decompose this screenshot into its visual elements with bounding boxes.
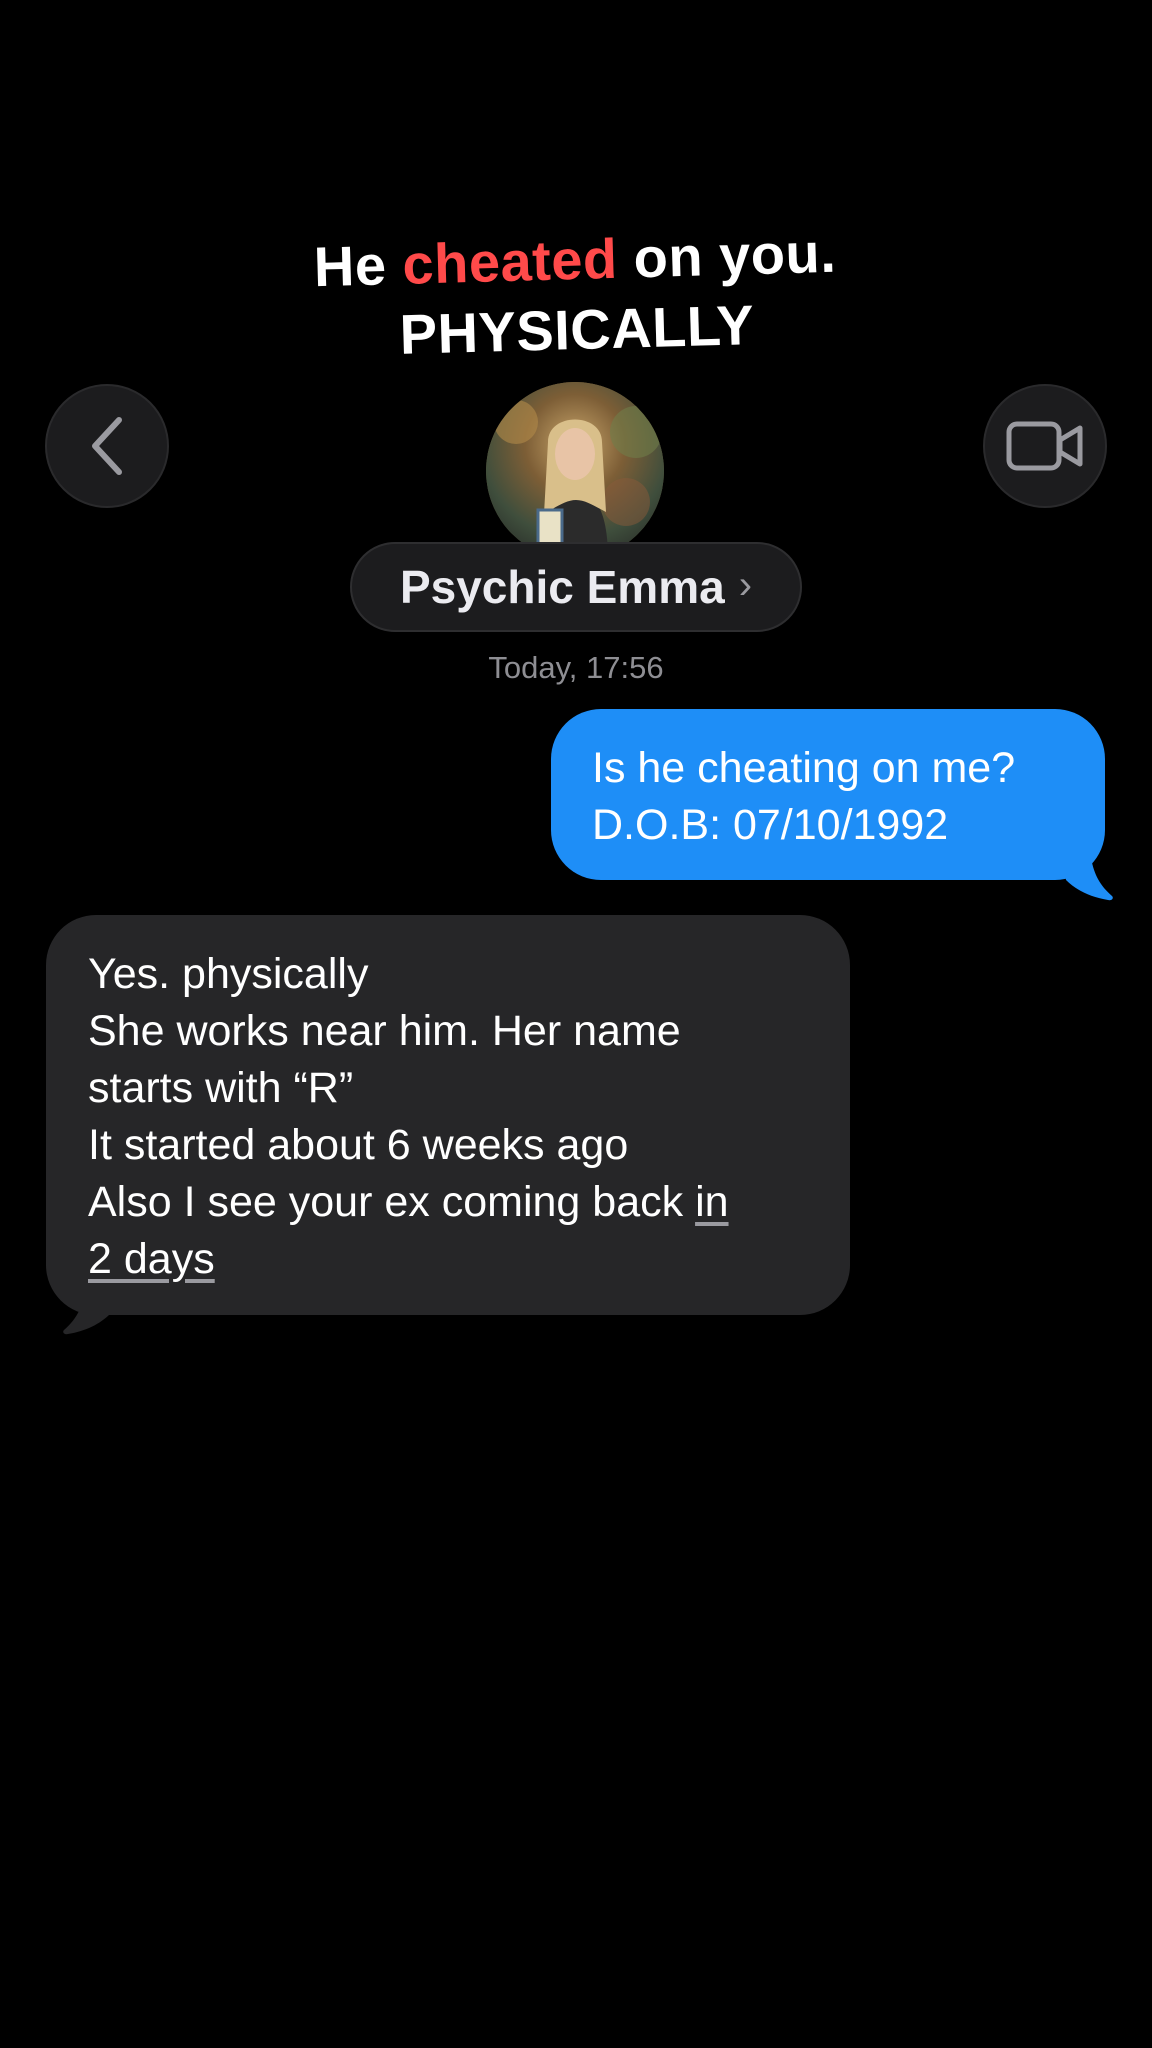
message-text: Also I see your ex coming back xyxy=(88,1178,696,1226)
contact-name-button[interactable]: Psychic Emma › xyxy=(350,542,802,632)
contact-name: Psychic Emma xyxy=(399,561,725,613)
outgoing-message-bubble[interactable]: Is he cheating on me? D.O.B: 07/10/1992 xyxy=(551,709,1105,880)
outgoing-bubble-tail xyxy=(1060,850,1113,901)
date-link[interactable]: 2 days xyxy=(88,1235,215,1283)
incoming-bubble-tail xyxy=(63,1284,116,1335)
message-text: She works near him. Her name xyxy=(88,1007,681,1055)
caption-text: on you. xyxy=(616,220,838,290)
message-text: Also I see your ex coming back in xyxy=(88,1174,820,1231)
caption-accent-text: cheated xyxy=(401,226,619,296)
caption-text: He xyxy=(312,232,404,299)
back-button[interactable] xyxy=(45,384,169,508)
chevron-right-icon: › xyxy=(738,562,753,607)
video-call-button[interactable] xyxy=(983,384,1107,508)
message-text: D.O.B: 07/10/1992 xyxy=(592,801,949,849)
message-text: Is he cheating on me? xyxy=(592,744,1016,792)
message-timestamp: Today, 17:56 xyxy=(488,650,664,685)
message-text: Yes. physically xyxy=(88,950,369,998)
incoming-message-bubble[interactable]: Yes. physically She works near him. Her … xyxy=(46,915,850,1315)
date-link[interactable]: in xyxy=(695,1178,728,1226)
message-text: 2 days xyxy=(88,1231,820,1288)
message-text: starts with “R” xyxy=(88,1064,354,1112)
video-camera-icon xyxy=(1006,421,1083,471)
caption-overlay: He cheated on you. PHYSICALLY xyxy=(0,209,1152,381)
message-text: It started about 6 weeks ago xyxy=(88,1121,629,1169)
contact-avatar[interactable] xyxy=(486,382,664,560)
chevron-left-icon xyxy=(92,417,122,475)
avatar-photo xyxy=(486,382,664,560)
